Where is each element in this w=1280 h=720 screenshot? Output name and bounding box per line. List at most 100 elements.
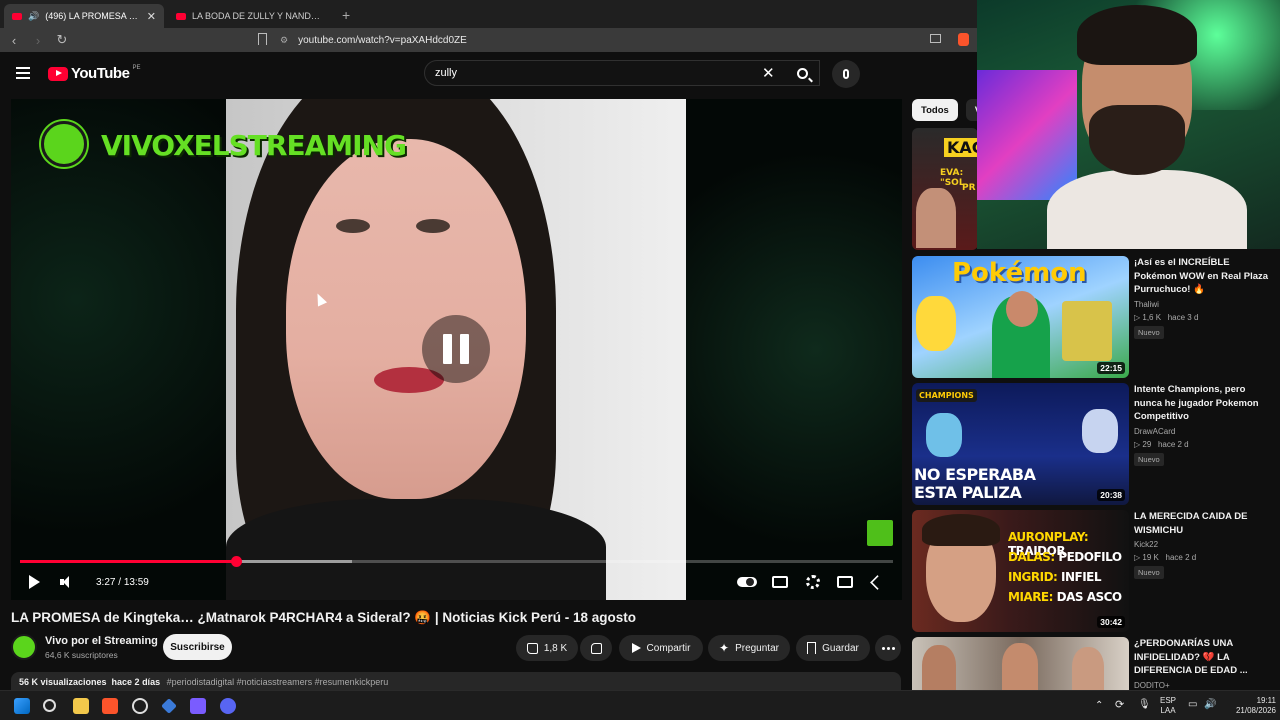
- brave-browser-icon[interactable]: [102, 698, 118, 714]
- sync-icon[interactable]: ⟳: [1115, 700, 1124, 711]
- grid-app-icon[interactable]: [190, 698, 206, 714]
- video-thumbnail: CHAMPIONS NO ESPERABA ESTA PALIZA 20:38: [912, 383, 1129, 505]
- video-eye-left: [336, 219, 370, 233]
- reload-icon[interactable]: ↻: [52, 32, 72, 48]
- network-icon[interactable]: ▭: [1188, 700, 1197, 710]
- duration-badge: 22:15: [1097, 362, 1125, 374]
- rec-title[interactable]: LA MERECIDA CAIDA DE WISMICHU: [1134, 510, 1274, 537]
- app-icon[interactable]: [161, 698, 177, 714]
- thumb-card: [1062, 301, 1112, 361]
- thumb-line: MIARE: DAS ASCO: [1008, 590, 1122, 604]
- back-icon[interactable]: ‹: [4, 33, 24, 48]
- miniplayer-button[interactable]: [835, 572, 855, 592]
- list-item[interactable]: ¿PERDONARÍAS UNA INFIDELIDAD? 💔 LA DIFER…: [912, 637, 1280, 690]
- language-line-1: ESP: [1159, 696, 1176, 705]
- brave-shield-icon[interactable]: [958, 33, 969, 46]
- bookmark-icon[interactable]: [258, 33, 267, 45]
- thumb-line-label: INGRID:: [1008, 570, 1058, 584]
- rec-title[interactable]: ¡Así es el INCREÍBLE Pokémon WOW en Real…: [1134, 256, 1274, 297]
- tab-close-icon[interactable]: ✕: [147, 10, 156, 23]
- video-eye-right: [416, 219, 450, 233]
- rec-title[interactable]: ¿PERDONARÍAS UNA INFIDELIDAD? 💔 LA DIFER…: [1134, 637, 1274, 678]
- url-field[interactable]: ⚙ youtube.com/watch?v=paXAHdcd0ZE: [280, 30, 980, 50]
- channel-watermark-icon[interactable]: [867, 520, 893, 546]
- pikachu-icon: [916, 296, 956, 351]
- file-explorer-icon[interactable]: [73, 698, 89, 714]
- save-button[interactable]: Guardar: [796, 635, 870, 661]
- like-button[interactable]: 1,8 K: [516, 635, 578, 661]
- search-icon: [796, 67, 808, 79]
- thumbs-down-icon: [590, 642, 602, 654]
- chip-todos[interactable]: Todos: [912, 99, 958, 121]
- voice-search-button[interactable]: [832, 60, 860, 88]
- share-button[interactable]: Compartir: [619, 635, 703, 661]
- time-display: 3:27 / 13:59: [96, 572, 149, 592]
- new-tab-icon[interactable]: +: [332, 7, 360, 28]
- rec-info: ¿PERDONARÍAS UNA INFIDELIDAD? 💔 LA DIFER…: [1134, 637, 1274, 690]
- time-separator: /: [115, 576, 124, 588]
- player-controls: 3:27 / 13:59: [11, 567, 902, 597]
- progress-bar[interactable]: [20, 556, 893, 567]
- discord-icon[interactable]: [220, 698, 236, 714]
- thumb-logo: CHAMPIONS: [916, 389, 977, 402]
- duration: 13:59: [123, 576, 149, 588]
- rec-channel[interactable]: Kick22: [1134, 540, 1274, 549]
- volume-icon[interactable]: 🔊: [1204, 700, 1216, 710]
- rec-title[interactable]: Intente Champions, pero nunca he jugador…: [1134, 383, 1274, 424]
- hashtags[interactable]: #periodistadigital #noticiasstreamers #r…: [167, 677, 389, 687]
- autoplay-toggle[interactable]: [736, 572, 758, 592]
- list-item[interactable]: AURONPLAY: TRAIDOR DALAS: PEDOFILO INGRI…: [912, 510, 1280, 632]
- youtube-play-icon: [48, 66, 68, 81]
- language-indicator[interactable]: ESP LAA: [1158, 696, 1178, 716]
- current-time: 3:27: [96, 576, 116, 588]
- site-info-icon[interactable]: ⚙: [280, 35, 288, 46]
- channel-avatar[interactable]: [11, 634, 37, 660]
- rec-channel[interactable]: Thaliwi: [1134, 300, 1274, 309]
- search-button[interactable]: [784, 60, 820, 86]
- rec-channel[interactable]: DrawACard: [1134, 427, 1274, 436]
- share-label: Compartir: [646, 642, 691, 654]
- hamburger-menu-icon[interactable]: [16, 67, 30, 79]
- mute-button[interactable]: [58, 572, 76, 592]
- dislike-button[interactable]: [580, 635, 612, 661]
- browser-tab-inactive[interactable]: LA BODA DE ZULLY Y NANDO EN PE: [168, 4, 328, 28]
- thumb-text: Pokémon: [952, 258, 1087, 288]
- thumb-line-label: MIARE:: [1008, 590, 1053, 604]
- youtube-header: YouTube PE zully ✕: [0, 52, 980, 96]
- scrubber-handle[interactable]: [230, 556, 242, 567]
- subscribe-button[interactable]: Suscribirse: [163, 634, 232, 660]
- thumb-face: [1072, 647, 1104, 690]
- ask-button[interactable]: ✦ Preguntar: [708, 635, 790, 661]
- pause-overlay-button[interactable]: [422, 315, 490, 383]
- rec-channel[interactable]: DODITO+: [1134, 681, 1274, 690]
- windows-start-icon[interactable]: [14, 698, 30, 714]
- thumb-line-value: PEDOFILO: [1058, 550, 1122, 564]
- list-item[interactable]: CHAMPIONS NO ESPERABA ESTA PALIZA 20:38 …: [912, 383, 1280, 505]
- more-actions-button[interactable]: [875, 635, 901, 661]
- thumb-text: KAG: [944, 138, 978, 157]
- search-input[interactable]: zully: [424, 60, 820, 86]
- rec-info: LA MERECIDA CAIDA DE WISMICHU Kick22 ▷ 1…: [1134, 510, 1274, 580]
- chevron-up-icon[interactable]: ⌃: [1095, 701, 1103, 711]
- obs-icon[interactable]: [132, 698, 148, 714]
- forward-icon[interactable]: ›: [28, 33, 48, 48]
- list-item[interactable]: Pokémon 22:15 ¡Así es el INCREÍBLE Pokém…: [912, 256, 1280, 378]
- tab-title: LA BODA DE ZULLY Y NANDO EN PE: [192, 11, 320, 21]
- microphone-icon[interactable]: 🎙: [1138, 700, 1151, 710]
- search-icon[interactable]: [43, 699, 56, 712]
- play-button[interactable]: [26, 572, 42, 592]
- settings-button[interactable]: [803, 572, 823, 592]
- fullscreen-button[interactable]: [867, 572, 887, 592]
- youtube-logo[interactable]: YouTube PE: [48, 65, 140, 82]
- clock-time: 19:11: [1256, 696, 1276, 705]
- clear-search-icon[interactable]: ✕: [762, 64, 775, 82]
- video-thumbnail: Pokémon 22:15: [912, 256, 1129, 378]
- cast-icon[interactable]: [930, 34, 941, 43]
- clock[interactable]: 19:11 21/08/2026: [1222, 696, 1276, 716]
- browser-tab-active[interactable]: 🔊 (496) LA PROMESA de Kingteka ✕: [4, 4, 164, 28]
- video-player[interactable]: VIVOXELSTREAMING 3:27 / 13:59: [11, 99, 902, 600]
- channel-name[interactable]: Vivo por el Streaming: [45, 635, 158, 647]
- webcam-body: [1047, 170, 1247, 249]
- subtitles-button[interactable]: [770, 572, 790, 592]
- description-box[interactable]: 56 K visualizaciones hace 2 días #period…: [11, 672, 901, 690]
